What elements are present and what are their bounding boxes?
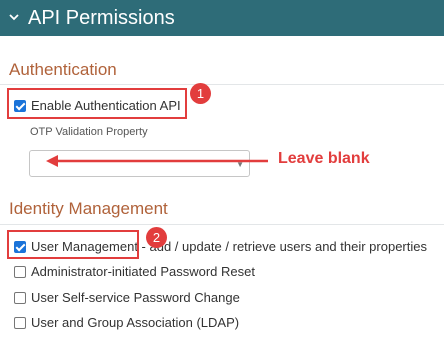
authentication-section-title: Authentication — [9, 60, 117, 79]
section-divider — [0, 224, 444, 225]
user-group-association-checkbox[interactable] — [14, 316, 26, 329]
admin-password-reset-checkbox-row[interactable]: Administrator-initiated Password Reset — [14, 264, 255, 279]
annotation-badge-1: 1 — [190, 83, 211, 104]
header-title: API Permissions — [28, 7, 175, 29]
section-divider — [0, 84, 444, 85]
annotation-badge-2: 2 — [146, 227, 167, 248]
chevron-down-icon — [9, 14, 19, 21]
leave-blank-annotation: Leave blank — [278, 150, 370, 167]
api-permissions-header[interactable]: API Permissions — [0, 0, 444, 36]
admin-password-reset-checkbox[interactable] — [14, 265, 26, 278]
otp-validation-property-label: OTP Validation Property — [30, 126, 148, 138]
identity-management-section-title: Identity Management — [9, 199, 168, 218]
user-group-association-label: User and Group Association (LDAP) — [31, 315, 240, 330]
self-service-password-change-label: User Self-service Password Change — [31, 290, 240, 305]
annotation-highlight-box-2 — [7, 230, 139, 259]
annotation-arrow-icon — [46, 155, 268, 167]
user-group-association-checkbox-row[interactable]: User and Group Association (LDAP) — [14, 315, 239, 330]
admin-password-reset-label: Administrator-initiated Password Reset — [31, 264, 255, 279]
annotation-highlight-box-1 — [7, 88, 187, 119]
self-service-password-change-checkbox[interactable] — [14, 291, 26, 304]
self-service-password-change-checkbox-row[interactable]: User Self-service Password Change — [14, 290, 240, 305]
